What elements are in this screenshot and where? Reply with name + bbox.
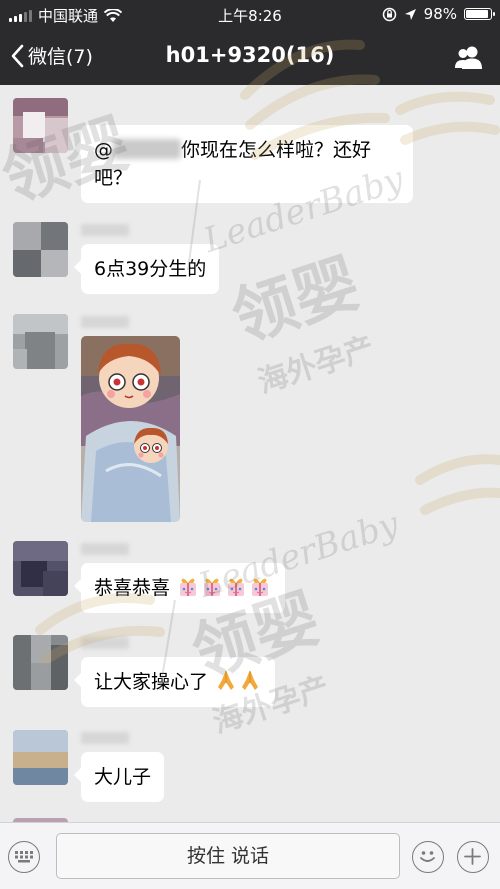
gift-emoji-icon xyxy=(228,578,245,596)
message-text: 6点39分生的 xyxy=(94,258,207,280)
sender-name-blurred xyxy=(81,543,129,555)
gift-emoji-icon xyxy=(252,578,269,596)
baby-photo-image xyxy=(81,336,180,522)
folded-hands-icon xyxy=(242,671,259,690)
plus-icon xyxy=(464,848,481,865)
more-functions-button[interactable] xyxy=(457,841,489,873)
message-bubble[interactable]: 6点39分生的 xyxy=(73,244,220,294)
emoji-button[interactable] xyxy=(412,841,444,873)
message-text: 恭喜恭喜 xyxy=(94,577,171,599)
sender-name-blurred xyxy=(81,637,129,649)
photo-message[interactable] xyxy=(81,336,180,522)
hold-to-talk-button[interactable]: 按住 说话 xyxy=(56,833,400,879)
avatar[interactable] xyxy=(13,730,68,785)
message-text: @ xyxy=(94,139,113,161)
sender-name-blurred xyxy=(81,224,129,236)
status-bar: 中国联通 上午8:26 98% xyxy=(0,0,500,30)
battery-icon xyxy=(464,8,495,20)
avatar[interactable] xyxy=(13,541,68,596)
nav-bar: 微信(7) h01+9320(16) xyxy=(0,30,500,85)
keyboard-icon xyxy=(15,851,33,863)
battery-level-fill xyxy=(466,10,488,18)
message-bubble[interactable]: 让大家操心了 xyxy=(73,657,276,707)
gift-emoji-icon xyxy=(180,578,197,596)
emoji-group xyxy=(214,671,262,693)
avatar[interactable] xyxy=(13,222,68,277)
message-text: 让大家操心了 xyxy=(94,671,209,693)
folded-hands-icon xyxy=(218,671,235,690)
sender-name-blurred xyxy=(81,732,129,744)
gift-emoji-icon xyxy=(204,578,221,596)
message-bubble[interactable]: 恭喜恭喜 xyxy=(73,563,286,613)
avatar[interactable] xyxy=(13,635,68,690)
avatar[interactable] xyxy=(13,98,68,153)
location-arrow-icon xyxy=(404,8,416,20)
emoji-group xyxy=(176,577,272,599)
input-bar: 按住 说话 xyxy=(0,822,500,889)
mention-name-blurred xyxy=(113,139,181,159)
message-bubble[interactable]: 大儿子 xyxy=(73,752,165,802)
group-members-icon[interactable] xyxy=(454,44,484,70)
message-bubble[interactable]: @ 你现在怎么样啦？还好吧？ xyxy=(74,125,413,203)
battery-percent: 98% xyxy=(423,5,457,23)
rotation-lock-icon xyxy=(382,7,396,21)
emoji-icon xyxy=(420,851,435,862)
top-bar: 中国联通 上午8:26 98% 微信(7) h01+9320(16) xyxy=(0,0,500,85)
message-text: 大儿子 xyxy=(94,766,152,788)
avatar[interactable] xyxy=(13,314,68,369)
sender-name-blurred xyxy=(81,316,129,328)
chat-title: h01+9320(16) xyxy=(165,43,335,67)
keyboard-button[interactable] xyxy=(8,841,40,873)
message-list[interactable]: @ 你现在怎么样啦？还好吧？ 6点39分生的 恭喜恭喜 让大家操心了 大儿子 xyxy=(0,85,500,822)
